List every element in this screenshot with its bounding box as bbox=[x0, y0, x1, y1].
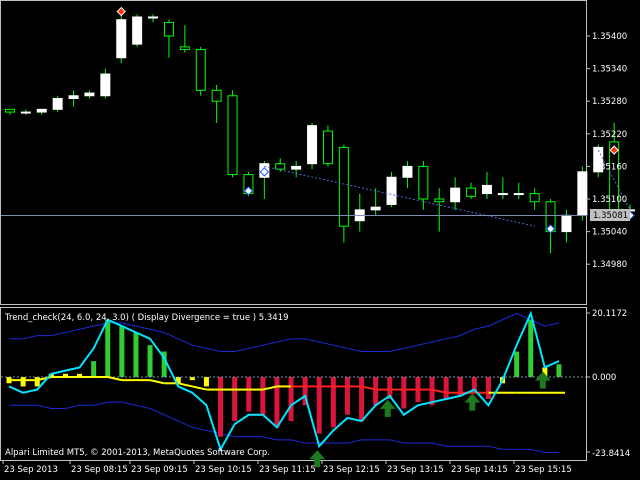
time-axis-label: 23 Sep 12:15 bbox=[323, 465, 380, 475]
candle-body bbox=[513, 193, 524, 196]
candle-body bbox=[370, 206, 381, 211]
histogram-bar bbox=[203, 377, 209, 387]
histogram-bar bbox=[556, 364, 562, 377]
current-price-label: 1.35081 bbox=[593, 211, 628, 221]
candle-body bbox=[179, 46, 190, 51]
candle-body bbox=[338, 146, 349, 227]
histogram-bar bbox=[274, 377, 280, 428]
candle-body bbox=[84, 92, 95, 97]
histogram-bar bbox=[288, 377, 294, 422]
candle-body bbox=[20, 111, 31, 114]
candle-body bbox=[402, 165, 413, 178]
indicator-axis-zero: 0.000 bbox=[592, 373, 616, 383]
candle-body bbox=[68, 95, 79, 99]
candle-body bbox=[466, 187, 477, 197]
time-axis-label: 23 Sep 14:15 bbox=[451, 465, 508, 475]
histogram-bar bbox=[147, 345, 153, 377]
candle-body bbox=[148, 16, 159, 19]
histogram-bar bbox=[344, 377, 350, 415]
copyright-text: Alpari Limited MT5, © 2001-2013, MetaQuo… bbox=[5, 448, 270, 458]
candle-body bbox=[36, 108, 47, 113]
candle-body bbox=[291, 165, 302, 170]
histogram-bar bbox=[20, 377, 26, 387]
candle-body bbox=[418, 165, 429, 200]
histogram-bar bbox=[218, 377, 224, 437]
candle-body bbox=[52, 97, 63, 110]
histogram-bar bbox=[260, 377, 266, 415]
candle-body bbox=[227, 95, 238, 176]
indicator-axis-min: -23.8414 bbox=[592, 449, 630, 459]
candle-body bbox=[497, 193, 508, 196]
histogram-bar bbox=[359, 377, 365, 422]
chart-window: 1.35400 1.35340 1.35280 1.35220 1.35160 1.351… bbox=[0, 0, 636, 475]
price-axis: 1.35400 1.35340 1.35280 1.35220 1.35160 1.351… bbox=[586, 32, 627, 270]
time-axis-label: 23 Sep 09:15 bbox=[131, 465, 188, 475]
candle-body bbox=[307, 125, 318, 165]
price-axis-label: 1.34980 bbox=[592, 260, 627, 270]
histogram-bar bbox=[485, 377, 491, 400]
histogram-bar bbox=[514, 351, 520, 377]
histogram-bar bbox=[373, 377, 379, 406]
time-axis: 23 Sep 2013 23 Sep 08:15 23 Sep 09:15 23 Se… bbox=[2, 460, 572, 475]
price-axis-label: 1.35220 bbox=[592, 130, 627, 140]
time-axis-label: 23 Sep 13:15 bbox=[387, 465, 444, 475]
price-axis-label: 1.35040 bbox=[592, 228, 627, 238]
time-axis-label: 23 Sep 08:15 bbox=[71, 465, 128, 475]
candle-body bbox=[163, 21, 174, 37]
histogram-bar bbox=[34, 377, 40, 387]
time-axis-label: 23 Sep 10:15 bbox=[195, 465, 252, 475]
candle-body bbox=[434, 198, 445, 203]
candle-body bbox=[322, 130, 333, 165]
candle-body bbox=[275, 163, 286, 170]
candle-body bbox=[4, 108, 15, 113]
candle-body bbox=[132, 16, 143, 45]
histogram-bar bbox=[105, 319, 111, 377]
price-axis-label: 1.35340 bbox=[592, 65, 627, 75]
indicator-axis-max: 20.1172 bbox=[592, 309, 627, 319]
candle-body bbox=[211, 89, 222, 102]
time-axis-label: 23 Sep 15:15 bbox=[515, 465, 572, 475]
histogram-bar bbox=[528, 319, 534, 377]
candle-body bbox=[481, 184, 492, 195]
price-axis-label: 1.35160 bbox=[592, 162, 627, 172]
price-axis-label: 1.35280 bbox=[592, 97, 627, 107]
time-axis-label: 23 Sep 2013 bbox=[4, 465, 58, 475]
candle-body bbox=[577, 171, 588, 216]
candle-body bbox=[116, 19, 127, 59]
candle-body bbox=[561, 214, 572, 233]
histogram-bar bbox=[232, 377, 238, 422]
histogram-bar bbox=[246, 377, 252, 412]
candle-body bbox=[450, 187, 461, 203]
indicator-title: Trend_check(24, 6.0, 24, 3.0) ( Display … bbox=[4, 313, 289, 323]
candle-body bbox=[529, 193, 540, 203]
price-axis-label: 1.35400 bbox=[592, 32, 627, 42]
histogram-bar bbox=[330, 377, 336, 428]
indicator-axis: 20.1172 0.000 -23.8414 bbox=[586, 309, 630, 459]
histogram-bar bbox=[133, 332, 139, 377]
histogram-bar bbox=[401, 377, 407, 409]
candle-body bbox=[100, 73, 111, 97]
histogram-bar bbox=[443, 377, 449, 400]
candle-body bbox=[386, 176, 397, 205]
candle-body bbox=[195, 49, 206, 91]
histogram-bar bbox=[91, 361, 97, 377]
time-axis-label: 23 Sep 11:15 bbox=[259, 465, 316, 475]
price-chart-frame bbox=[0, 0, 587, 305]
price-axis-label: 1.35100 bbox=[592, 195, 627, 205]
histogram-bar bbox=[119, 326, 125, 377]
